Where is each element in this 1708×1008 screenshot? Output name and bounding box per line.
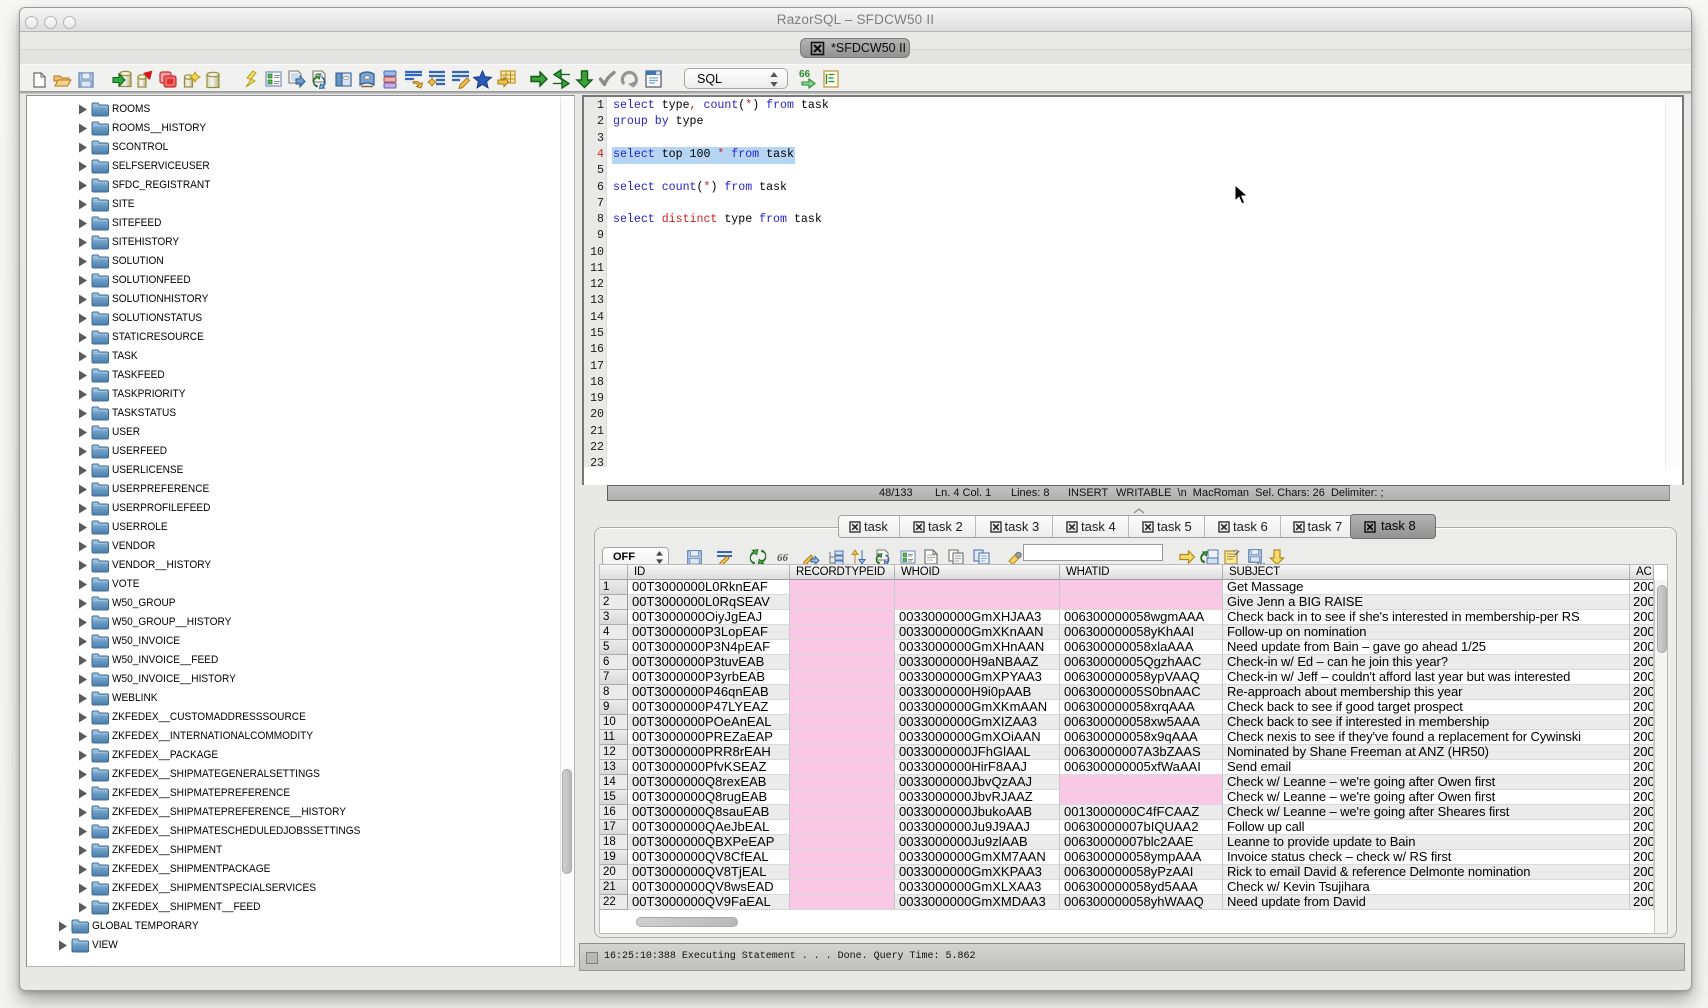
svg-text:66: 66 [777, 552, 789, 564]
